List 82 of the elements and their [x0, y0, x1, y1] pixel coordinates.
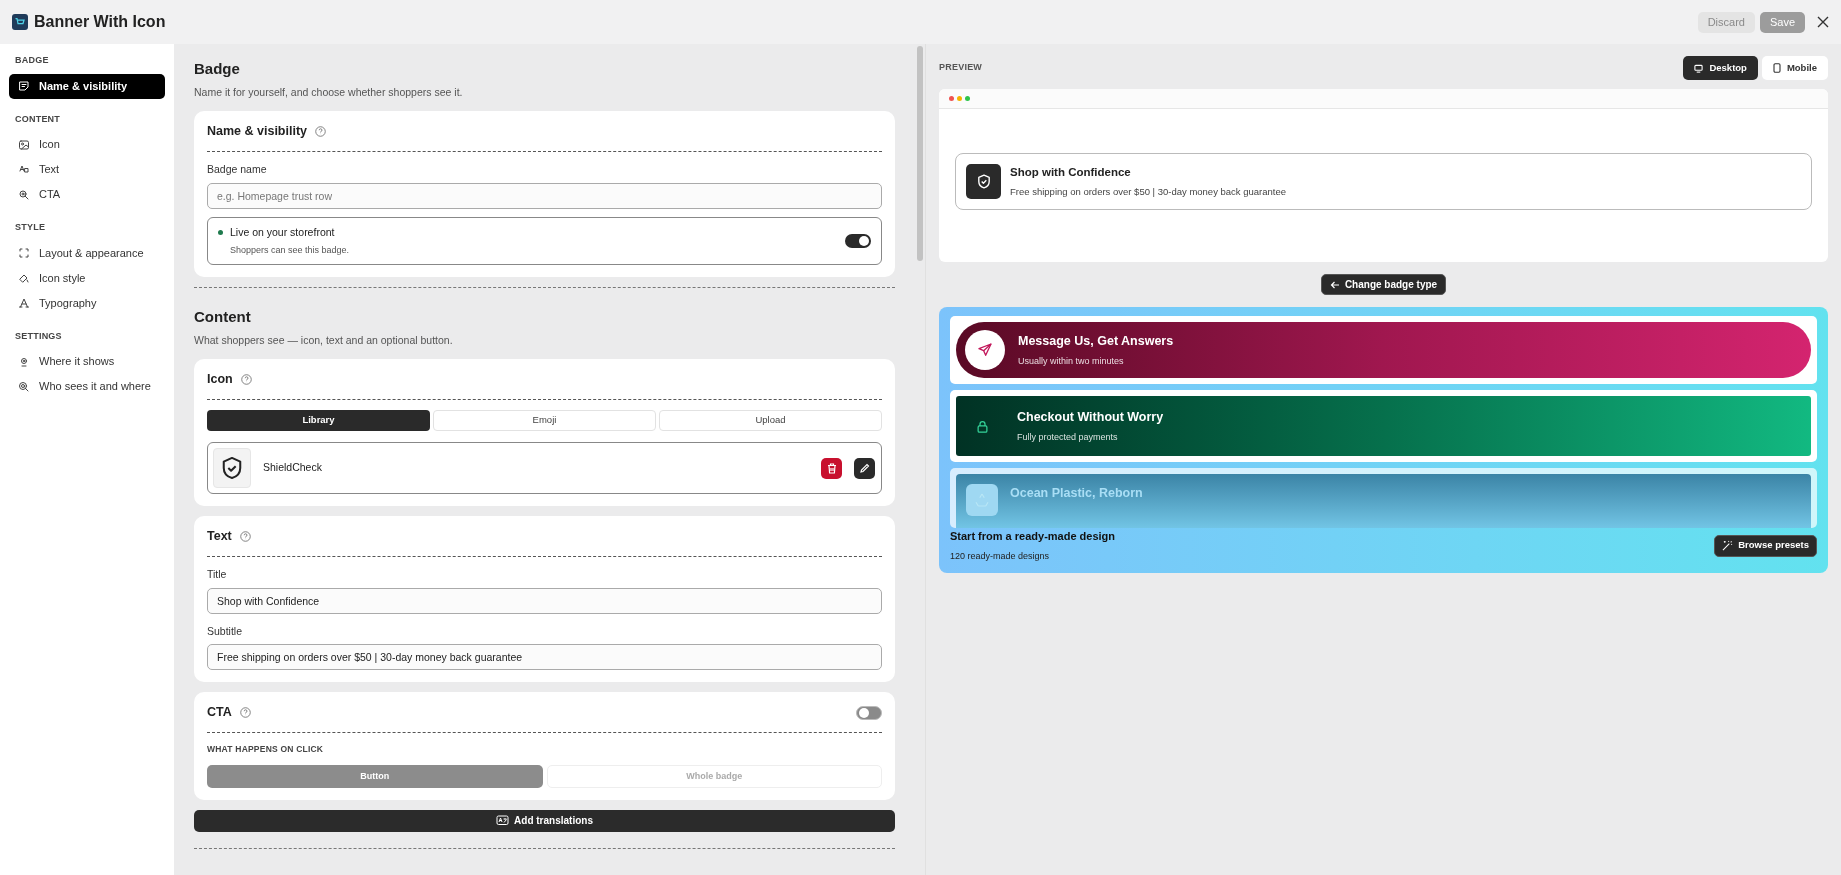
help-icon[interactable] — [315, 126, 327, 138]
field-label: Title — [207, 566, 228, 582]
toggle-switch[interactable] — [856, 705, 882, 720]
magic-wand-icon — [1722, 540, 1734, 551]
sidebar-item[interactable]: CTA — [9, 182, 165, 207]
app-logo-icon — [12, 14, 28, 30]
badge-title: Shop with Confidence — [1010, 164, 1132, 180]
paint-bucket-icon — [18, 272, 30, 284]
target-icon — [18, 380, 30, 393]
card-title: Icon — [207, 371, 233, 389]
browse-presets-button[interactable]: Browse presets — [1714, 534, 1817, 557]
presets-count: 120 ready-made designs — [950, 549, 1051, 563]
note-icon — [18, 80, 30, 92]
status-subtitle: Shoppers can see this badge. — [230, 243, 351, 257]
section-heading: CONTENT — [14, 112, 62, 126]
device-tab[interactable]: Mobile — [1761, 56, 1828, 80]
phone-icon — [1772, 63, 1781, 73]
toggle-switch[interactable] — [845, 233, 871, 248]
close-icon[interactable] — [1817, 16, 1829, 28]
paper-plane-icon — [977, 342, 993, 358]
section-heading: Content — [194, 307, 252, 327]
presets-heading: Start from a ready-made design — [950, 529, 1116, 544]
input-field[interactable]: Shop with Confidence — [207, 587, 882, 614]
preset-card[interactable]: Checkout Without Worry Fully protected payments — [956, 396, 1811, 456]
sidebar-item[interactable]: Text — [9, 157, 165, 182]
monitor-icon — [1694, 63, 1704, 73]
section-description: What shoppers see — icon, text and an optional button. — [194, 332, 454, 348]
input-field[interactable]: Free shipping on orders over $50 | 30-day money back guarantee — [207, 644, 882, 671]
card-title: Text — [207, 528, 232, 545]
sidebar-item[interactable]: Where it shows — [9, 349, 165, 374]
text-icon — [18, 163, 30, 176]
scrollbar[interactable] — [917, 46, 923, 261]
preview-label: PREVIEW — [939, 61, 983, 75]
font-icon — [18, 297, 30, 309]
card-title: CTA — [207, 704, 232, 722]
preset-subtitle: Fully protected payments — [1017, 430, 1119, 444]
tab[interactable]: Library — [207, 410, 430, 431]
field-label: Badge name — [207, 162, 268, 177]
preset-card[interactable]: Message Us, Get Answers Usually within two minutes — [956, 322, 1811, 378]
location-pin-icon — [18, 355, 30, 368]
help-icon[interactable] — [239, 530, 251, 542]
arrow-left-icon — [1329, 280, 1340, 289]
help-icon[interactable] — [240, 374, 252, 386]
icon-name: ShieldCheck — [263, 460, 323, 476]
group-label: WHAT HAPPENS ON CLICK — [207, 743, 325, 756]
tab[interactable]: Upload — [659, 410, 882, 431]
card-title: Name & visibility — [207, 123, 308, 141]
padlock-icon — [974, 418, 990, 434]
frame-icon — [18, 247, 30, 259]
window-title: Banner With Icon — [34, 12, 166, 32]
delete-button[interactable] — [821, 457, 842, 479]
tab[interactable]: Emoji — [433, 410, 656, 431]
sidebar-item[interactable]: Icon — [9, 132, 165, 157]
badge-subtitle: Free shipping on orders over $50 | 30-day money back guarantee — [1010, 185, 1287, 199]
section-heading: BADGE — [14, 54, 50, 67]
edit-button[interactable] — [854, 457, 875, 479]
image-icon — [18, 138, 30, 151]
pencil-icon — [859, 462, 870, 474]
sidebar-item[interactable]: Typography — [9, 290, 165, 316]
device-tab[interactable]: Desktop — [1683, 56, 1758, 80]
sidebar-item[interactable]: Name & visibility — [9, 73, 165, 99]
shield-check-icon — [221, 456, 243, 480]
preset-title: Ocean Plastic, Reborn — [1010, 485, 1143, 502]
shield-check-icon — [976, 174, 991, 189]
help-icon[interactable] — [239, 707, 251, 719]
add-translations-button[interactable]: Add translations — [194, 809, 895, 832]
sidebar-item[interactable]: Who sees it and where — [9, 374, 165, 399]
preset-title: Message Us, Get Answers — [1018, 332, 1174, 350]
section-heading: SETTINGS — [14, 329, 63, 343]
section-heading: Badge — [194, 59, 241, 79]
sidebar-item[interactable]: Icon style — [9, 265, 165, 291]
trash-icon — [826, 462, 837, 474]
preset-subtitle: Usually within two minutes — [1018, 354, 1125, 368]
field-label: Subtitle — [207, 623, 244, 639]
section-description: Name it for yourself, and choose whether shoppers see it. — [194, 84, 464, 100]
translate-icon — [496, 814, 510, 827]
input-field[interactable]: e.g. Homepage trust row — [207, 182, 882, 209]
change-badge-type-button[interactable]: Change badge type — [1320, 274, 1447, 295]
preset-title: Checkout Without Worry — [1017, 408, 1164, 426]
sidebar-item[interactable]: Layout & appearance — [9, 240, 165, 266]
status-title: Live on your storefront — [230, 224, 335, 240]
section-heading: STYLE — [14, 221, 47, 234]
